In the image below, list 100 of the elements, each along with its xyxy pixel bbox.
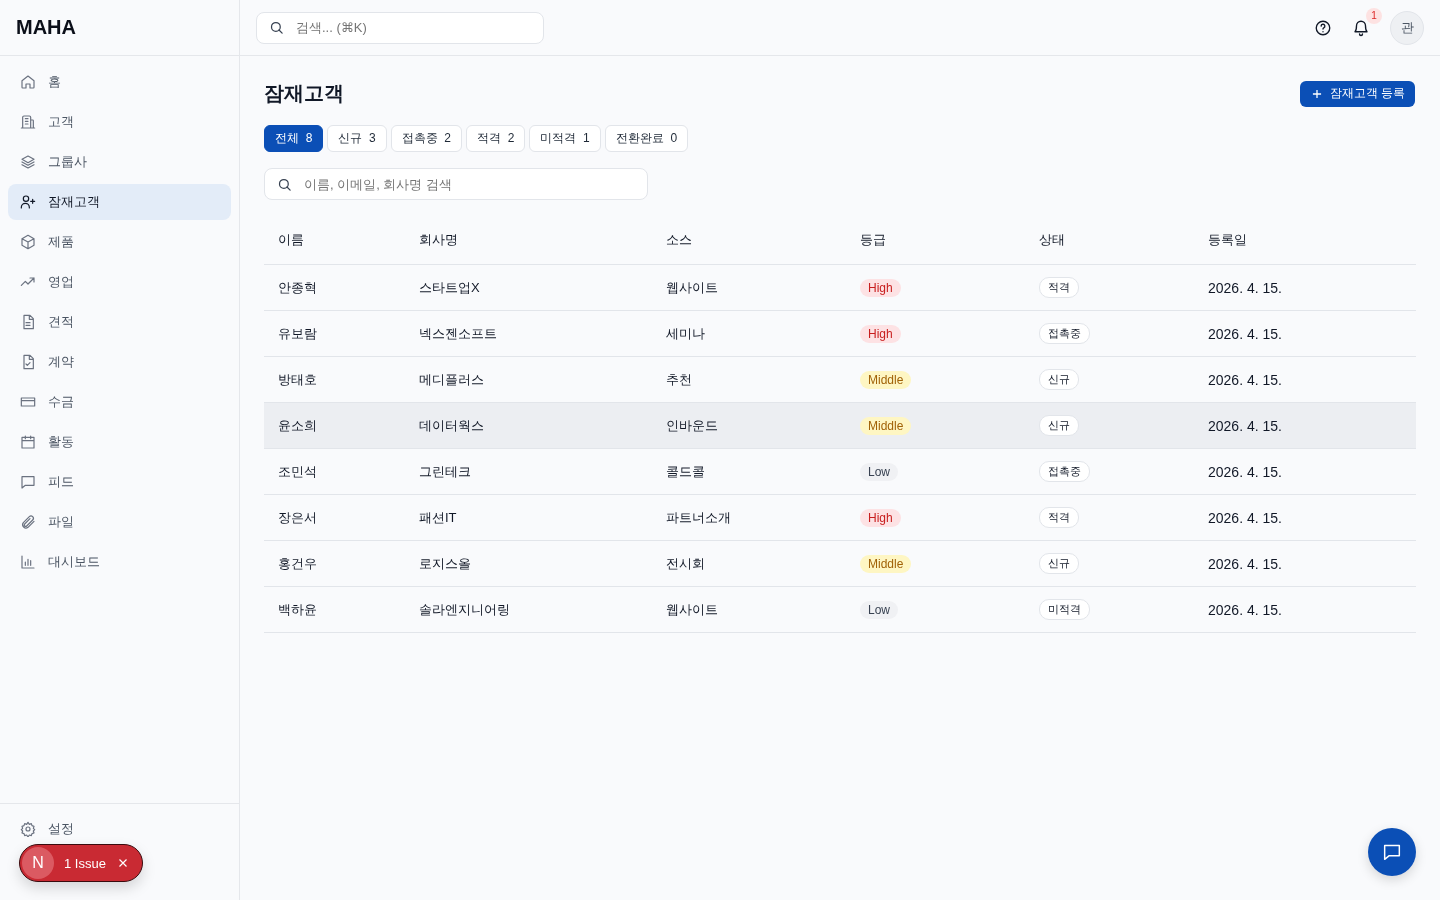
column-header: 등록일 [1208,232,1247,247]
column-header: 소스 [666,232,692,247]
nav-icon [20,74,36,90]
column-header: 등급 [860,232,886,247]
settings-item[interactable]: 설정 [8,816,231,842]
table-row[interactable]: 장은서 패션IT 파트너소개 High 적격 2026. 4. 15. [264,494,1416,541]
page-title: 잠재고객 [264,81,344,106]
sidebar-item[interactable]: 고객 [8,104,231,140]
table-row[interactable]: 유보람 넥스젠소프트 세미나 High 접촉중 2026. 4. 15. [264,310,1416,357]
sidebar-item[interactable]: 대시보드 [8,544,231,580]
search-icon [277,176,292,192]
table-cell: 넥스젠소프트 [419,325,497,341]
table-cell: 2026. 4. 15. [1208,509,1282,526]
table-row[interactable]: 방태호 메디플러스 추천 Middle 신규 2026. 4. 15. [264,356,1416,403]
table-cell: 로지스올 [419,555,471,571]
filter-tab[interactable]: 미적격 1 [529,125,601,152]
table-row[interactable]: 안종혁 스타트업X 웹사이트 High 적격 2026. 4. 15. [264,264,1416,311]
table-cell: 2026. 4. 15. [1208,555,1282,572]
sidebar-item[interactable]: 계약 [8,344,231,380]
user-avatar[interactable]: 관 [1390,10,1424,45]
search-icon [269,20,284,35]
sidebar-item[interactable]: 홈 [8,64,231,100]
help-icon[interactable] [1314,18,1332,37]
table-row[interactable]: 백하윤 솔라엔지니어링 웹사이트 Low 미적격 2026. 4. 15. [264,586,1416,633]
chat-button[interactable] [1368,828,1416,876]
filter-tab[interactable]: 적격 2 [466,125,526,152]
table-row[interactable]: 홍건우 로지스올 전시회 Middle 신규 2026. 4. 15. [264,540,1416,587]
table-cell: 스타트업X [419,279,480,295]
notification-icon[interactable] [1352,18,1370,37]
sidebar-item[interactable]: 잠재고객 [8,184,231,220]
settings-icon [20,821,36,837]
table-cell: 추천 [666,371,692,387]
issue-badge[interactable]: N 1 Issue [19,844,143,882]
issue-logo: N [22,847,54,879]
table-cell: 파트너소개 [666,509,731,525]
table-cell: 2026. 4. 15. [1208,371,1282,388]
nav-icon [20,114,36,130]
table-cell: 전시회 [666,555,705,571]
app-logo: MAHA [16,16,76,39]
sidebar-item[interactable]: 활동 [8,424,231,460]
nav-icon [20,234,36,250]
notification-count: 1 [1366,7,1382,24]
table-cell: 콜드콜 [666,463,705,479]
table-cell: 2026. 4. 15. [1208,601,1282,618]
nav-icon [20,474,36,490]
table-cell: 2026. 4. 15. [1208,279,1282,296]
table-cell: 세미나 [666,325,705,341]
sidebar-item[interactable]: 견적 [8,304,231,340]
grade-badge: Middle [860,554,912,573]
column-header: 상태 [1039,232,1065,247]
status-badge: 신규 [1039,415,1079,436]
lead-search-field[interactable]: 이름, 이메일, 회사명 검색 [302,175,635,193]
table-cell: 2026. 4. 15. [1208,325,1282,342]
table-row[interactable]: 조민석 그린테크 콜드콜 Low 접촉중 2026. 4. 15. [264,448,1416,495]
sidebar-item[interactable]: 영업 [8,264,231,300]
lead-search-box[interactable]: 이름, 이메일, 회사명 검색 [264,168,648,200]
nav-icon [20,554,36,570]
grade-badge: Low [860,600,898,619]
table-cell: 홍건우 [278,555,317,571]
grade-badge: High [860,324,901,343]
filter-tab[interactable]: 전체 8 [264,125,324,152]
nav-icon [20,354,36,370]
table-cell: 백하윤 [278,601,317,617]
table-cell: 2026. 4. 15. [1208,417,1282,434]
filter-tab[interactable]: 신규 3 [327,125,387,152]
sidebar-item[interactable]: 수금 [8,384,231,420]
table-cell: 유보람 [278,325,317,341]
sidebar-item[interactable]: 피드 [8,464,231,500]
sidebar-item[interactable]: 파일 [8,504,231,540]
status-badge: 신규 [1039,553,1079,574]
sidebar-item[interactable]: 제품 [8,224,231,260]
table-cell: 안종혁 [278,279,317,295]
grade-badge: Middle [860,416,912,435]
sidebar-item[interactable]: 그룹사 [8,144,231,180]
filter-tab[interactable]: 접촉중 2 [390,125,463,152]
status-badge: 적격 [1039,277,1079,298]
table-cell: 솔라엔지니어링 [419,601,510,617]
table-cell: 웹사이트 [666,279,718,295]
add-lead-button[interactable]: 잠재고객 등록 [1299,80,1415,107]
search-field[interactable]: 검색... (⌘K) [294,19,531,36]
filter-tab[interactable]: 전환완료 0 [604,125,689,152]
grade-badge: Middle [860,370,912,389]
table-cell: 윤소희 [278,417,317,433]
table-cell: 장은서 [278,509,317,525]
nav-icon [20,394,36,410]
grade-badge: Low [860,462,898,481]
status-badge: 신규 [1039,369,1079,390]
table-cell: 인바운드 [666,417,718,433]
nav-icon [20,314,36,330]
nav-icon [20,194,36,210]
table-cell: 2026. 4. 15. [1208,463,1282,480]
search-box[interactable]: 검색... (⌘K) [256,11,544,44]
issue-label: 1 Issue [64,855,106,871]
table-cell: 데이터웍스 [419,417,484,433]
table-cell: 방태호 [278,371,317,387]
table-row[interactable]: 윤소희 데이터웍스 인바운드 Middle 신규 2026. 4. 15. [264,402,1416,449]
column-header: 회사명 [419,232,458,247]
table-cell: 웹사이트 [666,601,718,617]
table-cell: 그린테크 [419,463,471,479]
status-badge: 미적격 [1039,599,1090,620]
